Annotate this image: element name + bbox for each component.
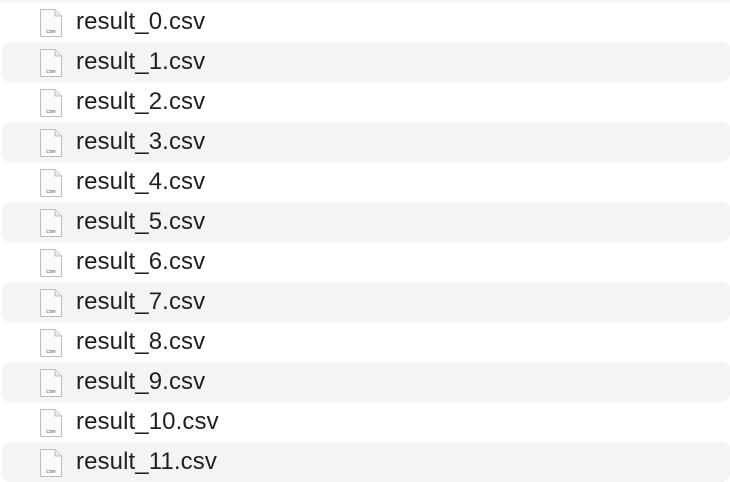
svg-text:CSV: CSV	[46, 429, 56, 434]
csv-file-icon: CSV	[38, 288, 64, 318]
csv-file-icon: CSV	[38, 88, 64, 118]
svg-text:CSV: CSV	[46, 109, 56, 114]
csv-file-icon: CSV	[38, 168, 64, 198]
svg-text:CSV: CSV	[46, 149, 56, 154]
svg-text:CSV: CSV	[46, 349, 56, 354]
file-list: CSV result_0.csv CSV result_1.csv CSV re…	[0, 0, 730, 482]
file-name: result_1.csv	[76, 48, 206, 75]
file-row[interactable]: CSV result_8.csv	[2, 322, 730, 362]
svg-text:CSV: CSV	[46, 229, 56, 234]
csv-file-icon: CSV	[38, 8, 64, 38]
csv-file-icon: CSV	[38, 248, 64, 278]
csv-file-icon: CSV	[38, 128, 64, 158]
file-row[interactable]: CSV result_1.csv	[2, 42, 730, 82]
file-name: result_0.csv	[76, 8, 206, 35]
file-name: result_10.csv	[76, 408, 219, 435]
svg-text:CSV: CSV	[46, 29, 56, 34]
svg-text:CSV: CSV	[46, 269, 56, 274]
file-name: result_5.csv	[76, 208, 206, 235]
file-row[interactable]: CSV result_3.csv	[2, 122, 730, 162]
csv-file-icon: CSV	[38, 48, 64, 78]
file-name: result_7.csv	[76, 288, 206, 315]
file-name: result_2.csv	[76, 88, 206, 115]
csv-file-icon: CSV	[38, 328, 64, 358]
file-name: result_8.csv	[76, 328, 206, 355]
svg-text:CSV: CSV	[46, 69, 56, 74]
file-name: result_3.csv	[76, 128, 206, 155]
file-row[interactable]: CSV result_5.csv	[2, 202, 730, 242]
file-name: result_11.csv	[76, 448, 217, 475]
svg-text:CSV: CSV	[46, 389, 56, 394]
file-row[interactable]: CSV result_7.csv	[2, 282, 730, 322]
file-row[interactable]: CSV result_11.csv	[2, 442, 730, 482]
file-row[interactable]: CSV result_9.csv	[2, 362, 730, 402]
svg-text:CSV: CSV	[46, 309, 56, 314]
file-row[interactable]: CSV result_4.csv	[2, 162, 730, 202]
svg-text:CSV: CSV	[46, 469, 56, 474]
file-name: result_4.csv	[76, 168, 206, 195]
csv-file-icon: CSV	[38, 408, 64, 438]
file-row[interactable]: CSV result_6.csv	[2, 242, 730, 282]
file-row[interactable]: CSV result_10.csv	[2, 402, 730, 442]
svg-text:CSV: CSV	[46, 189, 56, 194]
file-row[interactable]: CSV result_0.csv	[2, 2, 730, 42]
file-name: result_6.csv	[76, 248, 206, 275]
csv-file-icon: CSV	[38, 448, 64, 478]
file-row[interactable]: CSV result_2.csv	[2, 82, 730, 122]
csv-file-icon: CSV	[38, 368, 64, 398]
csv-file-icon: CSV	[38, 208, 64, 238]
file-name: result_9.csv	[76, 368, 206, 395]
